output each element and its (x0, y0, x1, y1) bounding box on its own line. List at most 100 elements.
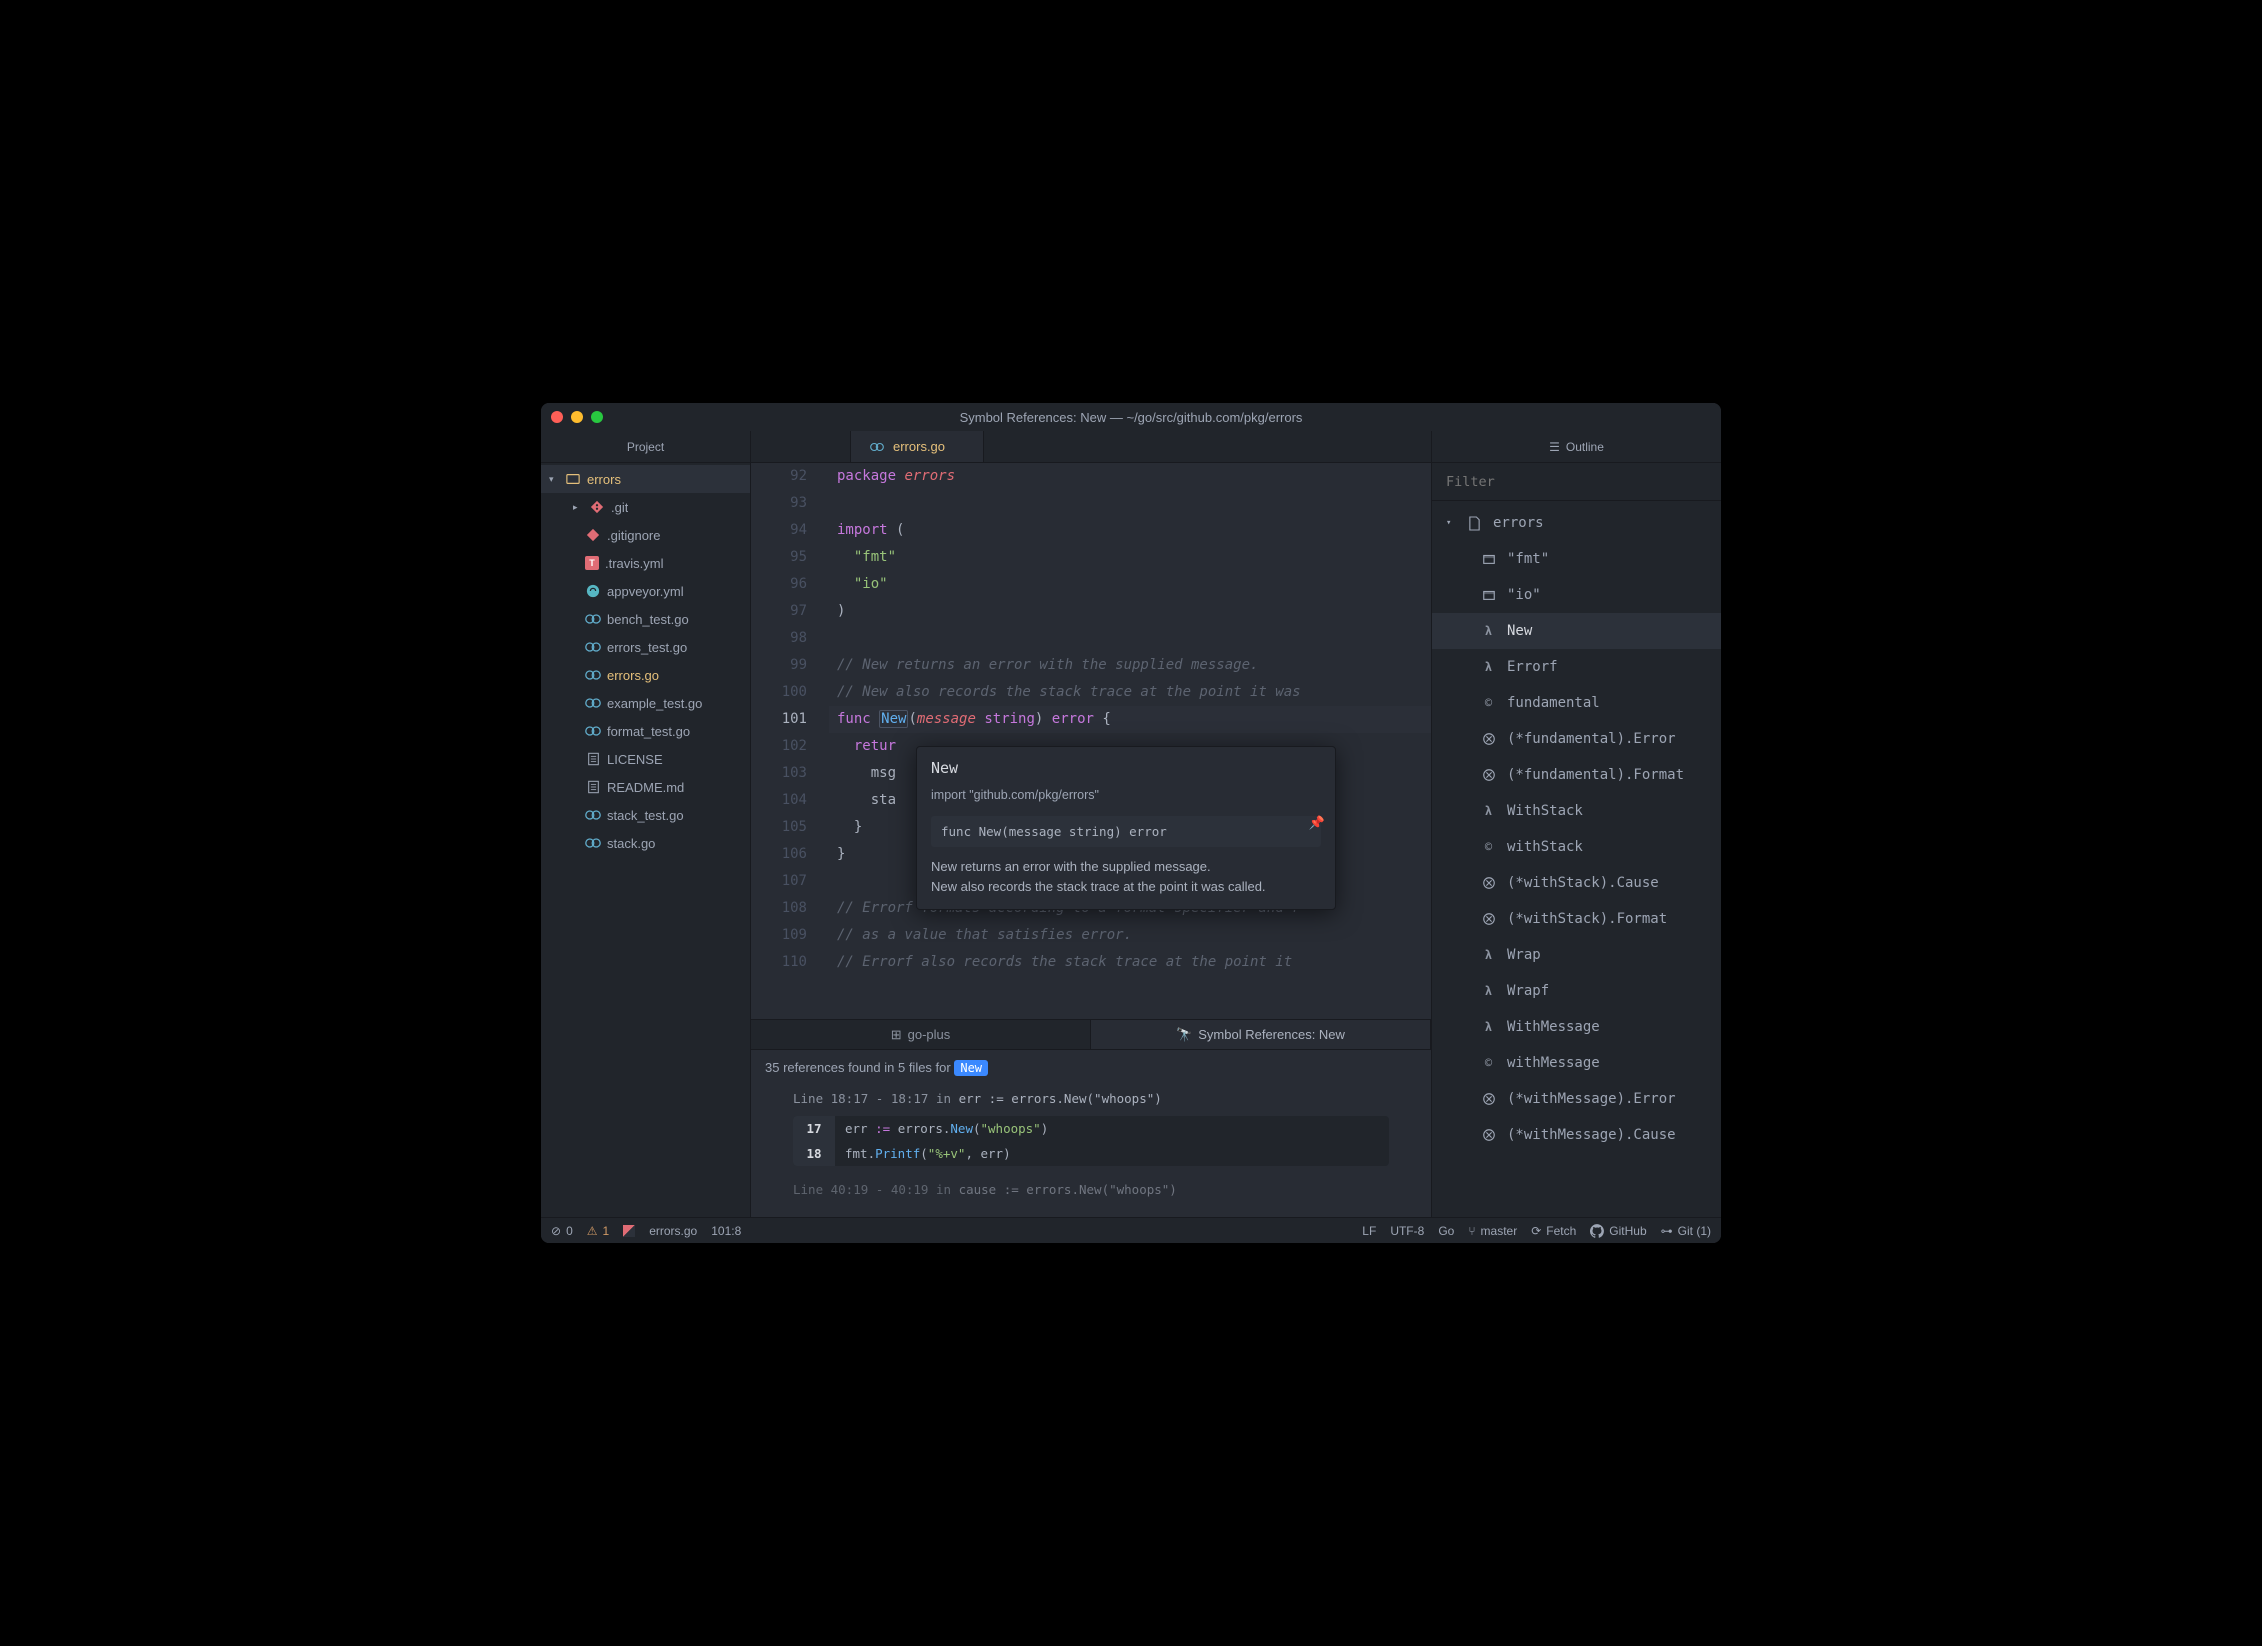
outline-item-Wrap[interactable]: λWrap (1432, 937, 1721, 973)
code-line-95[interactable]: "fmt" (829, 544, 1431, 571)
swatch-icon (623, 1225, 635, 1237)
code-line-94[interactable]: import ( (829, 517, 1431, 544)
project-file-appveyor-yml[interactable]: appveyor.yml (541, 577, 750, 605)
code-line-93[interactable] (829, 490, 1431, 517)
plus-box-icon: ⊞ (891, 1027, 902, 1043)
project-file-format-test-go[interactable]: format_test.go (541, 717, 750, 745)
outline-item-label: WithMessage (1507, 1019, 1600, 1035)
project-file-LICENSE[interactable]: LICENSE (541, 745, 750, 773)
outline-item-label: "fmt" (1507, 551, 1549, 567)
window-controls (551, 411, 603, 423)
ref-snippet-1: 17err := errors.New("whoops")18fmt.Print… (793, 1116, 1389, 1166)
code-line-109[interactable]: // as a value that satisfies error. (829, 922, 1431, 949)
status-color-swatch[interactable] (623, 1225, 635, 1237)
code-line-101[interactable]: func New(message string) error { (829, 706, 1431, 733)
outline-item-withMessage[interactable]: ©withMessage (1432, 1045, 1721, 1081)
zoom-window-button[interactable] (591, 411, 603, 423)
outline-item-WithMessage[interactable]: λ WithMessage (1432, 1009, 1721, 1045)
text-icon (585, 779, 601, 795)
outline-filter-input[interactable] (1432, 474, 1721, 490)
code-line-97[interactable]: ) (829, 598, 1431, 625)
go-file-icon (869, 439, 885, 455)
bottom-tab-goplus[interactable]: ⊞ go-plus (751, 1020, 1091, 1049)
status-branch-label: master (1481, 1224, 1518, 1238)
method-icon (1480, 767, 1497, 784)
outline-item-label: WithStack (1507, 803, 1583, 819)
code-content[interactable]: package errors import ( "fmt" "io") // N… (829, 463, 1431, 1019)
titlebar: Symbol References: New — ~/go/src/github… (541, 403, 1721, 431)
project-file-example-test-go[interactable]: example_test.go (541, 689, 750, 717)
project-file-errors-test-go[interactable]: errors_test.go (541, 633, 750, 661)
status-github[interactable]: GitHub (1590, 1224, 1646, 1238)
file-label: stack_test.go (607, 808, 684, 823)
status-branch[interactable]: ⑂ master (1468, 1224, 1517, 1238)
status-cursor-pos[interactable]: 101:8 (711, 1224, 741, 1238)
code-line-100[interactable]: // New also records the stack trace at t… (829, 679, 1431, 706)
project-file-bench-test-go[interactable]: bench_test.go (541, 605, 750, 633)
lambda-icon: λ (1480, 1019, 1497, 1036)
project-file-stack-test-go[interactable]: stack_test.go (541, 801, 750, 829)
project-file-README-md[interactable]: README.md (541, 773, 750, 801)
code-line-92[interactable]: package errors (829, 463, 1431, 490)
editor-tab-errors[interactable]: errors.go (851, 431, 984, 462)
outline-item--fmt-[interactable]: "fmt" (1432, 541, 1721, 577)
sync-icon: ⟳ (1531, 1224, 1541, 1238)
status-file[interactable]: errors.go (649, 1224, 697, 1238)
go-icon (585, 639, 601, 655)
code-line-99[interactable]: // New returns an error with the supplie… (829, 652, 1431, 679)
folder-icon (565, 471, 581, 487)
project-root[interactable]: ▾ errors (541, 465, 750, 493)
warning-icon: ⚠ (587, 1224, 598, 1238)
status-language[interactable]: Go (1438, 1224, 1454, 1238)
project-tree[interactable]: ▾ errors ▸.git.gitignore.travis.ymlappve… (541, 463, 750, 1217)
project-file-errors-go[interactable]: errors.go (541, 661, 750, 689)
code-line-96[interactable]: "io" (829, 571, 1431, 598)
outline-item-Wrapf[interactable]: λWrapf (1432, 973, 1721, 1009)
outline-item---withMessage--Cause[interactable]: (*withMessage).Cause (1432, 1117, 1721, 1153)
pin-icon[interactable]: 📌 (1309, 813, 1325, 833)
outline-item-WithStack[interactable]: λWithStack (1432, 793, 1721, 829)
method-icon (1480, 875, 1497, 892)
refs-body[interactable]: Line 18:17 - 18:17 in err := errors.New(… (751, 1085, 1431, 1217)
code-line-98[interactable] (829, 625, 1431, 652)
outline-item-withStack[interactable]: ©withStack (1432, 829, 1721, 865)
outline-item---withStack--Cause[interactable]: (*withStack).Cause (1432, 865, 1721, 901)
project-file--travis-yml[interactable]: .travis.yml (541, 549, 750, 577)
outline-item-label: withMessage (1507, 1055, 1600, 1071)
file-label: README.md (607, 780, 684, 795)
outline-item---fundamental--Format[interactable]: (*fundamental).Format (1432, 757, 1721, 793)
ref-location-2[interactable]: Line 40:19 - 40:19 in cause := errors.Ne… (765, 1176, 1417, 1203)
outline-root[interactable]: ▾ errors (1432, 505, 1721, 541)
status-git[interactable]: ⊶ Git (1) (1661, 1224, 1711, 1238)
project-file--gitignore[interactable]: .gitignore (541, 521, 750, 549)
outline-panel: ☰ Outline ▾ errors "fmt""io"λNewλErrorf©… (1431, 431, 1721, 1217)
travis-icon (585, 556, 599, 570)
close-window-button[interactable] (551, 411, 563, 423)
status-eol[interactable]: LF (1362, 1224, 1376, 1238)
project-file-stack-go[interactable]: stack.go (541, 829, 750, 857)
project-file--git[interactable]: ▸.git (541, 493, 750, 521)
outline-item--io-[interactable]: "io" (1432, 577, 1721, 613)
outline-item---withMessage--Error[interactable]: (*withMessage).Error (1432, 1081, 1721, 1117)
outline-list[interactable]: ▾ errors "fmt" "io"λNewλErrorf©fundamenta… (1432, 501, 1721, 1217)
minimize-window-button[interactable] (571, 411, 583, 423)
bottom-tab-refs[interactable]: 🔭 Symbol References: New (1091, 1020, 1431, 1049)
outline-header-label: Outline (1566, 440, 1604, 454)
outline-item-fundamental[interactable]: ©fundamental (1432, 685, 1721, 721)
code-line-110[interactable]: // Errorf also records the stack trace a… (829, 949, 1431, 976)
outline-item---withStack--Format[interactable]: (*withStack).Format (1432, 901, 1721, 937)
project-root-label: errors (587, 472, 621, 487)
outline-item-New[interactable]: λNew (1432, 613, 1721, 649)
status-encoding[interactable]: UTF-8 (1390, 1224, 1424, 1238)
code-editor[interactable]: 9293949596979899100101102103104105106107… (751, 463, 1431, 1019)
status-errors[interactable]: ⊘ 0 (551, 1224, 573, 1238)
ref-location-1[interactable]: Line 18:17 - 18:17 in err := errors.New(… (765, 1085, 1417, 1112)
pkg-icon (1480, 587, 1497, 604)
outline-item-Errorf[interactable]: λErrorf (1432, 649, 1721, 685)
go-icon (585, 723, 601, 739)
git-icon: ⊶ (1661, 1224, 1673, 1238)
status-warnings[interactable]: ⚠ 1 (587, 1224, 609, 1238)
text-icon (585, 751, 601, 767)
status-fetch[interactable]: ⟳ Fetch (1531, 1224, 1576, 1238)
outline-item---fundamental--Error[interactable]: (*fundamental).Error (1432, 721, 1721, 757)
